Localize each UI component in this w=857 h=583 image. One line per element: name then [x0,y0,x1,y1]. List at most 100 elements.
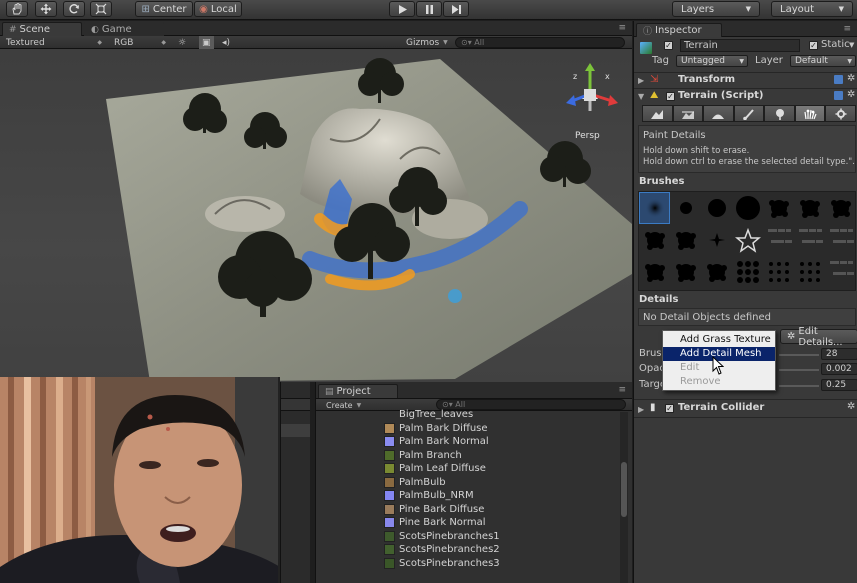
brush-splat-large-icon[interactable] [794,192,825,224]
brush-hard-small-icon[interactable] [670,192,701,224]
brush-noise-icon[interactable] [825,256,856,288]
scrollbar-thumb[interactable] [621,462,627,517]
brush-size-slider[interactable] [779,354,819,356]
brush-noise-icon[interactable] [825,224,856,256]
paint-details-tool[interactable] [794,105,826,122]
asset-item[interactable]: Pine Bark Diffuse [384,503,624,517]
move-tool-button[interactable] [35,1,57,17]
tab-inspector[interactable]: ⓘ Inspector [636,23,722,37]
opacity-field[interactable]: 0.002 [821,363,857,375]
collider-enabled-checkbox[interactable]: ✓ [665,404,674,413]
brush-star-outline-icon[interactable] [732,224,763,256]
asset-item[interactable]: ScotsPinebranches3 [384,557,624,571]
tab-scene[interactable]: # Scene [2,22,82,36]
audio-toggle[interactable]: ◂) [222,36,230,49]
render-mode-dropdown[interactable]: RGB ◆ [114,36,166,49]
asset-item[interactable]: Pine Bark Normal [384,516,624,530]
target-strength-slider[interactable] [779,385,819,387]
gizmos-dropdown[interactable]: Gizmos ▼ [406,36,450,49]
pivot-mode-button[interactable]: ⊞ Center [135,1,193,17]
brush-star-small-icon[interactable] [701,224,732,256]
asset-item[interactable]: PalmBulb_NRM [384,489,624,503]
brush-splat-icon[interactable] [701,256,732,288]
place-trees-tool[interactable] [764,105,795,122]
brush-hard-large-icon[interactable] [732,192,763,224]
help-book-icon[interactable] [834,91,843,100]
play-button[interactable] [389,1,415,17]
hand-tool-button[interactable] [6,1,28,17]
axis-gizmo[interactable]: x z [566,63,618,111]
asset-item[interactable]: PalmBulb [384,476,624,490]
brush-dots-fine-icon[interactable] [763,256,794,288]
brush-hard-medium-icon[interactable] [701,192,732,224]
active-checkbox[interactable]: ✓ [664,41,673,50]
fold-arrow-open-icon[interactable]: ▼ [638,92,644,101]
pause-button[interactable] [416,1,442,17]
tab-project[interactable]: ▤ Project [318,384,398,398]
gear-icon[interactable]: ✲ [847,89,855,100]
edit-details-button[interactable]: ✲ Edit Details... [780,326,857,348]
brush-size-field[interactable]: 28 [821,348,857,360]
lighting-toggle[interactable]: ☼ [178,36,186,49]
brush-splat-wide-icon[interactable] [825,192,856,224]
transform-header[interactable]: Transform [678,74,735,85]
menu-item-add-grass-texture[interactable]: Add Grass Texture [663,333,775,347]
step-button[interactable] [443,1,469,17]
gear-icon[interactable]: ✲ [847,401,855,412]
gear-icon[interactable]: ✲ [847,73,855,84]
scene-viewport[interactable]: x z Persp [0,49,632,382]
brush-noise-icon[interactable] [794,224,825,256]
tag-dropdown[interactable]: Untagged ▼ [676,55,748,67]
brush-dots-icon[interactable] [732,256,763,288]
asset-item[interactable]: Palm Leaf Diffuse [384,462,624,476]
tab-game-label: Game [101,24,132,35]
asset-item[interactable]: Palm Bark Normal [384,435,624,449]
panel-menu-icon[interactable]: ≡ [618,385,626,395]
pivot-rotation-button[interactable]: ◉ Local [194,1,242,17]
brush-splat-icon[interactable] [639,256,670,288]
target-strength-field[interactable]: 0.25 [821,379,857,391]
brush-splat-dark-icon[interactable] [670,256,701,288]
object-name-field[interactable]: Terrain [680,39,800,52]
terrain-script-header[interactable]: Terrain (Script) [678,90,763,101]
hierarchy-row[interactable] [281,424,310,437]
projection-label[interactable]: Persp [575,131,600,141]
panel-menu-icon[interactable]: ≡ [843,24,851,34]
tab-game[interactable]: ◐ Game [84,22,164,36]
panel-menu-icon[interactable]: ≡ [618,23,626,33]
scene-search-input[interactable]: ⊙▾ All [455,37,625,48]
asset-item[interactable]: Palm Bark Diffuse [384,422,624,436]
terrain-collider-header[interactable]: Terrain Collider [678,402,764,413]
draw-mode-dropdown[interactable]: Textured ◆ [6,36,102,49]
create-dropdown[interactable]: Create ▼ [326,399,361,411]
fold-arrow-icon[interactable]: ▶ [638,405,644,414]
asset-item[interactable]: ScotsPinebranches2 [384,543,624,557]
layer-dropdown[interactable]: Default ▼ [790,55,856,67]
brush-splat-icon[interactable] [763,192,794,224]
static-checkbox[interactable]: ✓ [809,41,818,50]
terrain-settings-tool[interactable] [825,105,857,122]
brush-soft-icon[interactable] [639,192,670,224]
chevron-down-icon[interactable]: ▼ [849,41,854,49]
raise-lower-tool[interactable] [642,105,673,122]
layout-dropdown[interactable]: Layout ▼ [771,1,853,17]
project-scrollbar[interactable] [620,412,628,583]
smooth-height-tool[interactable] [703,105,734,122]
asset-item[interactable]: Palm Branch [384,449,624,463]
brush-splat-dense-icon[interactable] [670,224,701,256]
paint-height-tool[interactable] [672,105,704,122]
scale-tool-button[interactable] [90,1,112,17]
brush-noise-icon[interactable] [763,224,794,256]
fx-toggle[interactable]: ▣ [199,36,214,49]
brush-splat-icon[interactable] [639,224,670,256]
rotate-tool-button[interactable] [63,1,85,17]
opacity-slider[interactable] [779,369,819,371]
asset-item[interactable]: BigTree_leaves [384,408,624,422]
layers-dropdown[interactable]: Layers ▼ [672,1,760,17]
terrain-enabled-checkbox[interactable]: ✓ [666,92,675,101]
paint-texture-tool[interactable] [733,105,765,122]
brush-dots-sparse-icon[interactable] [794,256,825,288]
fold-arrow-icon[interactable]: ▶ [638,76,644,85]
help-book-icon[interactable] [834,75,843,84]
asset-item[interactable]: ScotsPinebranches1 [384,530,624,544]
